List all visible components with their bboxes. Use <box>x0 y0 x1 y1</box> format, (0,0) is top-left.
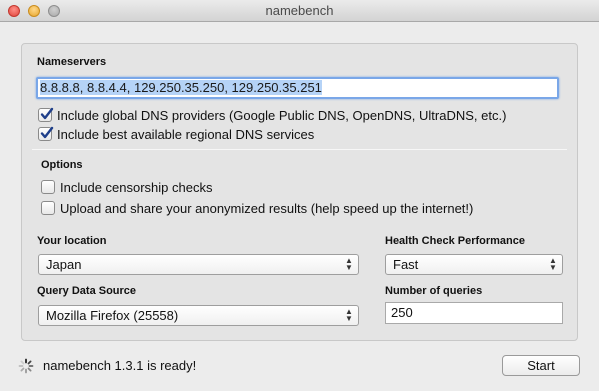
health-check-value: Fast <box>393 257 419 272</box>
up-down-arrows-icon: ▲ ▼ <box>345 307 353 323</box>
query-source-value: Mozilla Firefox (25558) <box>46 308 179 323</box>
include-regional-dns-label: Include best available regional DNS serv… <box>57 126 315 142</box>
spinner-icon <box>18 358 34 374</box>
include-global-dns-row[interactable]: Include global DNS providers (Google Pub… <box>38 106 506 124</box>
num-queries-label: Number of queries <box>385 285 483 297</box>
upload-results-checkbox[interactable] <box>41 201 55 215</box>
nameservers-input[interactable]: 8.8.8.8, 8.8.4.4, 129.250.35.250, 129.25… <box>36 77 559 99</box>
nameservers-label: Nameservers <box>37 56 107 68</box>
window-title: namebench <box>265 3 334 18</box>
include-regional-dns-checkbox[interactable] <box>38 126 54 141</box>
up-down-arrows-icon: ▲ ▼ <box>549 256 557 272</box>
num-queries-input[interactable]: 250 <box>385 302 563 324</box>
checkmark-icon <box>40 126 54 139</box>
health-check-label: Health Check Performance <box>385 235 525 247</box>
num-queries-value: 250 <box>391 305 413 320</box>
query-source-select[interactable]: Mozilla Firefox (25558) ▲ ▼ <box>38 305 359 326</box>
options-label: Options <box>41 159 83 171</box>
section-divider <box>32 149 567 150</box>
upload-results-row[interactable]: Upload and share your anonymized results… <box>41 199 473 217</box>
query-source-label: Query Data Source <box>37 285 137 297</box>
include-regional-dns-row[interactable]: Include best available regional DNS serv… <box>38 125 314 143</box>
title-bar: namebench <box>0 0 599 22</box>
status-text: namebench 1.3.1 is ready! <box>43 358 197 373</box>
upload-results-label: Upload and share your anonymized results… <box>60 200 474 216</box>
include-global-dns-label: Include global DNS providers (Google Pub… <box>57 107 507 123</box>
nameservers-value: 8.8.8.8, 8.8.4.4, 129.250.35.250, 129.25… <box>40 80 322 95</box>
censorship-checks-row[interactable]: Include censorship checks <box>41 178 212 196</box>
health-check-select[interactable]: Fast ▲ ▼ <box>385 254 563 275</box>
location-value: Japan <box>46 257 82 272</box>
include-global-dns-checkbox[interactable] <box>38 107 54 122</box>
censorship-checks-label: Include censorship checks <box>60 179 213 195</box>
location-label: Your location <box>37 235 107 247</box>
location-select[interactable]: Japan ▲ ▼ <box>38 254 359 275</box>
up-down-arrows-icon: ▲ ▼ <box>345 256 353 272</box>
censorship-checks-checkbox[interactable] <box>41 180 55 194</box>
checkmark-icon <box>40 107 54 120</box>
start-button[interactable]: Start <box>502 355 580 376</box>
